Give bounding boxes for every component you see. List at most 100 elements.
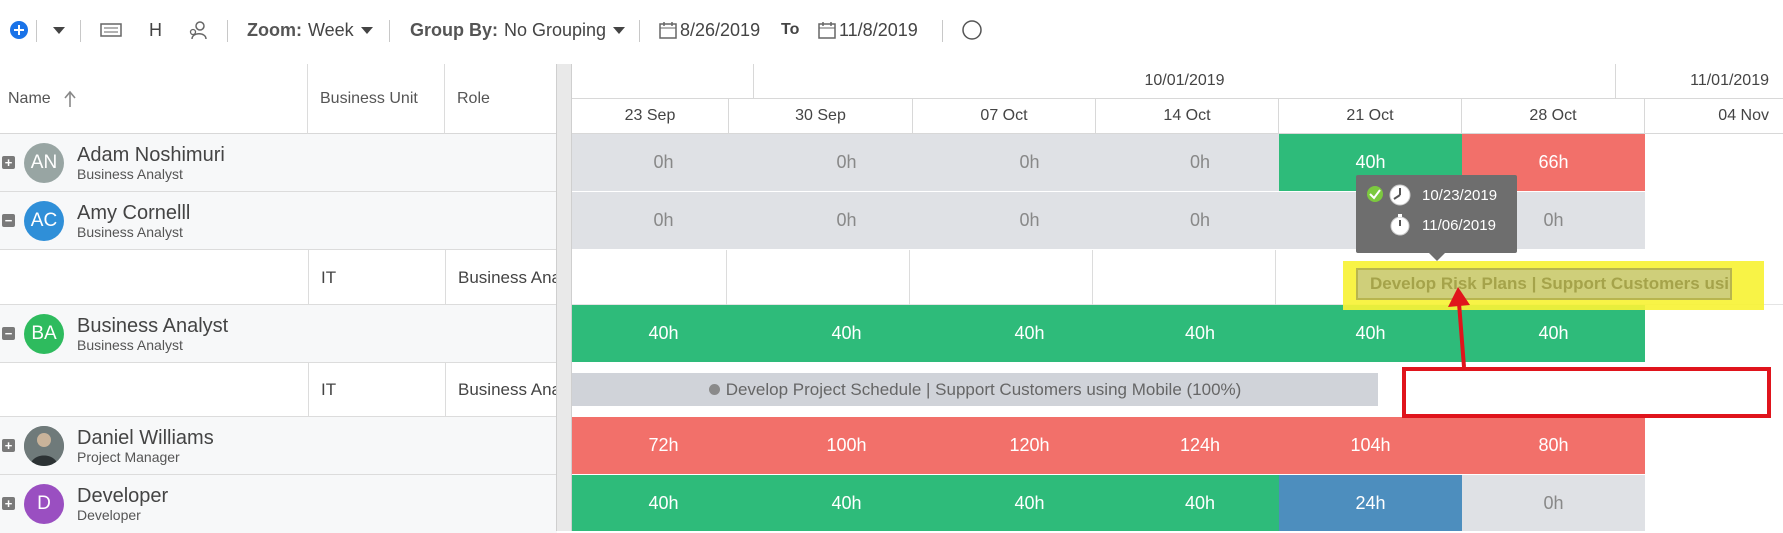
hours-cell[interactable]: 40h [938,305,1121,362]
tooltip-end-date: 11/06/2019 [1422,217,1496,234]
tooltip-arrow [1429,253,1445,261]
resource-row[interactable]: − BA Business Analyst Business Analyst [0,305,557,363]
column-header-name[interactable]: Name [0,64,308,134]
groupby-value: No Grouping [504,19,607,40]
hours-cell[interactable]: 40h [572,475,755,531]
person-photo-icon [24,426,64,466]
expand-icon[interactable]: + [2,439,15,452]
expand-icon[interactable]: + [2,156,15,169]
hours-cell[interactable]: 72h [572,417,755,474]
hours-cell[interactable]: 40h [755,475,938,531]
resource-role: Developer [77,507,141,523]
collapse-icon[interactable]: − [2,214,15,227]
hours-cell[interactable]: 0h [1121,192,1279,249]
date-tooltip: 10/23/2019 11/06/2019 [1356,175,1517,253]
week-header: 04 Nov [1645,99,1783,134]
hours-cell[interactable]: 40h [755,305,938,362]
task-bar[interactable]: Develop Project Schedule | Support Custo… [572,373,1378,406]
resource-role: Project Manager [77,449,180,465]
hours-cell[interactable]: 120h [938,417,1121,474]
h-button[interactable]: H [149,0,162,60]
annotation-arrow-icon [1448,287,1470,368]
role-cell: Business Ana [458,268,556,287]
chevron-down-icon [613,26,626,34]
column-header-role[interactable]: Role [445,64,557,134]
month-header: 10/01/2019 [754,64,1616,99]
assignment-row[interactable]: IT Business Ana [0,250,557,305]
month-header-blank [572,64,754,99]
chevron-down-icon [360,26,373,34]
date-from-value: 8/26/2019 [680,19,761,40]
check-icon [1367,186,1383,202]
hours-cell[interactable]: 0h [755,134,938,191]
week-header: 21 Oct [1279,99,1462,134]
assignment-row[interactable]: IT Business Ana [0,363,557,417]
hours-cell[interactable]: 0h [1121,134,1279,191]
status-dot-icon [708,384,720,395]
task-label: Develop Project Schedule | Support Custo… [725,379,1242,399]
resource-name: Developer [77,485,169,507]
hours-cell[interactable]: 24h [1279,475,1462,531]
hours-cell[interactable]: 100h [755,417,938,474]
circle-icon [962,20,982,40]
hours-cell[interactable]: 40h [572,305,755,362]
resource-name: Business Analyst [77,315,229,337]
avatar: AN [24,143,64,183]
expand-icon[interactable]: + [2,497,15,510]
refresh-button[interactable] [961,0,983,60]
hours-cell[interactable]: 80h [1462,417,1645,474]
hours-cell[interactable]: 0h [572,134,755,191]
hours-cell[interactable]: 0h [938,134,1121,191]
hours-cell[interactable]: 40h [938,475,1121,531]
date-to-field[interactable]: 11/8/2019 [818,0,918,60]
resource-row[interactable]: + AN Adam Noshimuri Business Analyst [0,134,557,192]
hours-cell[interactable]: 40h [1462,305,1645,362]
column-header-business-unit[interactable]: Business Unit [308,64,445,134]
hours-cell[interactable]: 40h [1121,305,1279,362]
collapse-icon[interactable]: − [2,327,15,340]
resource-button[interactable] [188,0,208,60]
calendar-icon [818,22,836,39]
resource-row[interactable]: + Daniel Williams Project Manager [0,417,557,475]
add-button[interactable] [10,0,28,60]
users-icon [189,21,207,40]
avatar: BA [24,314,64,354]
groupby-label: Group By: [410,19,498,40]
task-label: Develop Risk Plans | Support Customers u… [1370,274,1732,293]
resource-row[interactable]: − AC Amy Cornelll Business Analyst [0,192,557,250]
date-to-value: 11/8/2019 [839,19,918,40]
date-from-field[interactable]: 8/26/2019 [659,0,760,60]
week-header: 14 Oct [1096,99,1279,134]
avatar: D [24,484,64,524]
zoom-label: Zoom: [247,19,302,40]
avatar-photo [24,426,64,466]
week-header: 28 Oct [1462,99,1645,134]
week-header: 07 Oct [913,99,1096,134]
column-name-label: Name [8,89,51,107]
resource-role: Business Analyst [77,224,183,240]
hours-cell[interactable]: 0h [755,192,938,249]
resource-row[interactable]: + D Developer Developer [0,475,557,533]
groupby-dropdown[interactable]: Group By: No Grouping [410,0,626,60]
hours-cell[interactable]: 0h [1462,475,1645,531]
hours-cell[interactable]: 104h [1279,417,1462,474]
hours-cell[interactable]: 40h [1279,305,1462,362]
hours-cell[interactable]: 124h [1121,417,1279,474]
annotation-box [1402,367,1771,418]
card-view-button[interactable] [100,0,122,60]
card-icon [100,23,122,37]
task-bar-highlighted[interactable]: Develop Risk Plans | Support Customers u… [1356,268,1732,300]
chevron-down-icon [53,26,65,34]
hours-cell[interactable]: 0h [572,192,755,249]
plus-circle-icon [10,21,28,39]
role-cell: Business Ana [458,380,556,399]
stopwatch-icon [1390,214,1410,236]
calendar-icon [659,22,677,39]
add-dropdown-button[interactable] [46,0,65,60]
clock-icon [1389,184,1411,206]
pane-splitter[interactable] [556,64,572,531]
resource-name: Daniel Williams [77,427,214,449]
hours-cell[interactable]: 0h [938,192,1121,249]
hours-cell[interactable]: 40h [1121,475,1279,531]
zoom-dropdown[interactable]: Zoom: Week [247,0,373,60]
